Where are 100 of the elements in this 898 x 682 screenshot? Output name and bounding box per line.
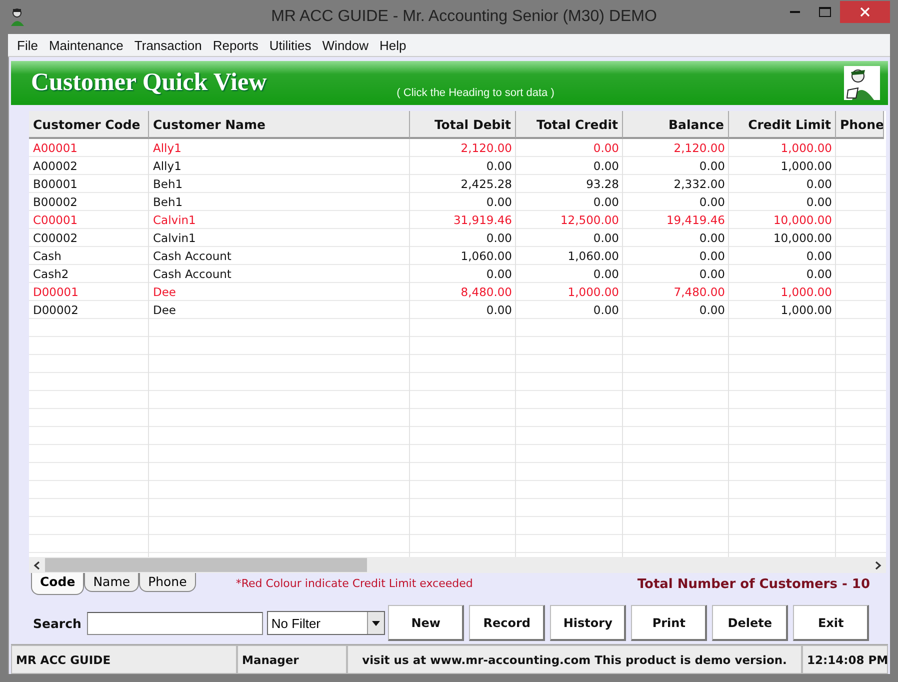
menu-item[interactable]: Transaction [129, 38, 207, 52]
table-cell-text: 1,000.00 [566, 284, 620, 300]
action-button[interactable]: Record [469, 605, 546, 641]
column-header[interactable]: Total Debit [410, 111, 516, 139]
table-cell-text: 1,000.00 [780, 158, 833, 174]
table-cell-text: 1,060.00 [566, 248, 620, 264]
table-cell-text: 19,419.46 [665, 212, 726, 228]
table-cell-text: 0.00 [805, 176, 833, 192]
sort-tab[interactable]: Code [31, 573, 84, 595]
table-cell-text: D00002 [32, 302, 80, 318]
menu-item[interactable]: Utilities [264, 38, 316, 52]
table-cell-text: 0.00 [698, 158, 726, 174]
table-cell-text: 0.00 [592, 140, 620, 156]
column-header[interactable]: Customer Name [149, 111, 410, 139]
column-header[interactable]: Credit Limit [729, 111, 836, 139]
status-panel: 12:14:08 PM [802, 645, 888, 674]
menu-item[interactable]: Maintenance [44, 38, 128, 52]
table-cell-text: Cash2 [32, 266, 70, 282]
table-cell-text: C00001 [32, 212, 79, 228]
table-cell-text: 0.00 [698, 230, 726, 246]
menu-item[interactable]: File [12, 38, 43, 52]
table-cell-text: 0.00 [592, 230, 620, 246]
action-button[interactable]: History [550, 605, 626, 641]
column-header[interactable]: Balance [623, 111, 729, 139]
table-cell-text: 0.00 [805, 266, 833, 282]
table-cell-text: 0.00 [592, 266, 620, 282]
table-cell-text: 1,060.00 [460, 248, 513, 264]
menu-item[interactable]: Help [374, 38, 412, 52]
table-cell-text: 10,000.00 [772, 212, 833, 228]
status-panel: visit us at www.mr-accounting.com This product is demo version. [347, 645, 802, 674]
action-button[interactable]: Exit [793, 605, 870, 641]
table-cell-text: B00002 [32, 194, 78, 210]
menu-item[interactable]: Reports [208, 38, 264, 52]
column-header[interactable]: Phone [836, 111, 884, 139]
table-cell-text: 0.00 [485, 266, 513, 282]
table-cell-text: 0.00 [698, 302, 726, 318]
scroll-left-icon[interactable] [33, 560, 41, 570]
scroll-right-icon[interactable] [874, 560, 882, 570]
table-cell-text: 0.00 [485, 158, 513, 174]
search-field[interactable] [87, 612, 264, 634]
table-cell-text: A00002 [32, 158, 78, 174]
table-cell-text: Cash Account [152, 248, 232, 264]
status-panel: MR ACC GUIDE [11, 645, 237, 674]
table-cell-text: 1,000.00 [780, 140, 833, 156]
table-cell-text: 1,000.00 [780, 302, 833, 318]
caret-icon [372, 620, 380, 626]
page-title: Customer Quick View [31, 69, 267, 97]
sort-tab[interactable]: Name [84, 573, 140, 592]
action-button[interactable]: Print [631, 605, 708, 641]
table-cell-text: C00002 [32, 230, 79, 246]
table-cell-text: Dee [152, 284, 178, 300]
table-cell-text: Beh1 [152, 194, 184, 210]
action-button[interactable]: New [388, 605, 464, 641]
action-button[interactable]: Delete [712, 605, 788, 641]
minimize-icon [790, 10, 800, 14]
table-cell-text: 0.00 [698, 194, 726, 210]
column-header[interactable]: Total Credit [516, 111, 623, 139]
table-cell-text: 0.00 [592, 158, 620, 174]
table-cell-text: 8,480.00 [460, 284, 513, 300]
table-cell-text: 12,500.00 [559, 212, 620, 228]
credit-limit-note: *Red Colour indicate Credit Limit exceeded [236, 577, 473, 590]
menu-item[interactable]: Window [317, 38, 374, 52]
table-cell-text: 0.00 [485, 194, 513, 210]
table-cell-text: 0.00 [592, 194, 620, 210]
sort-tab[interactable]: Phone [139, 573, 196, 592]
table-cell-text: 0.00 [592, 302, 620, 318]
table-cell-text: 93.28 [585, 176, 620, 192]
horizontal-scrollbar[interactable] [29, 557, 886, 573]
table-cell-text: A00001 [32, 140, 78, 156]
table-cell-text: Dee [152, 302, 178, 318]
sort-hint: ( Click the Heading to sort data ) [396, 87, 554, 99]
close-icon [860, 7, 870, 17]
table-cell-text: Ally1 [152, 158, 182, 174]
status-panel: Manager [237, 645, 347, 674]
table-cell-text: Calvin1 [152, 212, 197, 228]
table-cell-text: Ally1 [152, 140, 182, 156]
customer-count: Total Number of Customers - 10 [637, 577, 870, 592]
table-cell-text: 1,000.00 [780, 284, 833, 300]
close-button[interactable] [840, 1, 890, 23]
table-cell-text: 10,000.00 [772, 230, 833, 246]
table-cell-text: 0.00 [485, 302, 513, 318]
window-title: MR ACC GUIDE - Mr. Accounting Senior (M30) DEMO [270, 8, 657, 26]
search-label: Search [33, 616, 82, 630]
table-cell-text: 31,919.46 [452, 212, 513, 228]
maximize-icon [819, 7, 831, 17]
table-cell-text: 2,120.00 [672, 140, 726, 156]
table-cell-text: 2,425.28 [460, 176, 513, 192]
table-cell-text: Cash [32, 248, 62, 264]
table-cell-text: Calvin1 [152, 230, 197, 246]
table-cell-text: 2,120.00 [460, 140, 513, 156]
table-cell-text: 7,480.00 [672, 284, 726, 300]
person-icon [844, 66, 880, 100]
table-cell-text: B00001 [32, 176, 78, 192]
filter-dropdown[interactable]: No Filter [267, 611, 386, 635]
table-cell-text: D00001 [32, 284, 80, 300]
column-header[interactable]: Customer Code [29, 111, 149, 139]
table-cell-text: 0.00 [698, 248, 726, 264]
table-cell-text: 0.00 [805, 194, 833, 210]
table-cell-text: 0.00 [698, 266, 726, 282]
table-cell-text: 2,332.00 [672, 176, 726, 192]
